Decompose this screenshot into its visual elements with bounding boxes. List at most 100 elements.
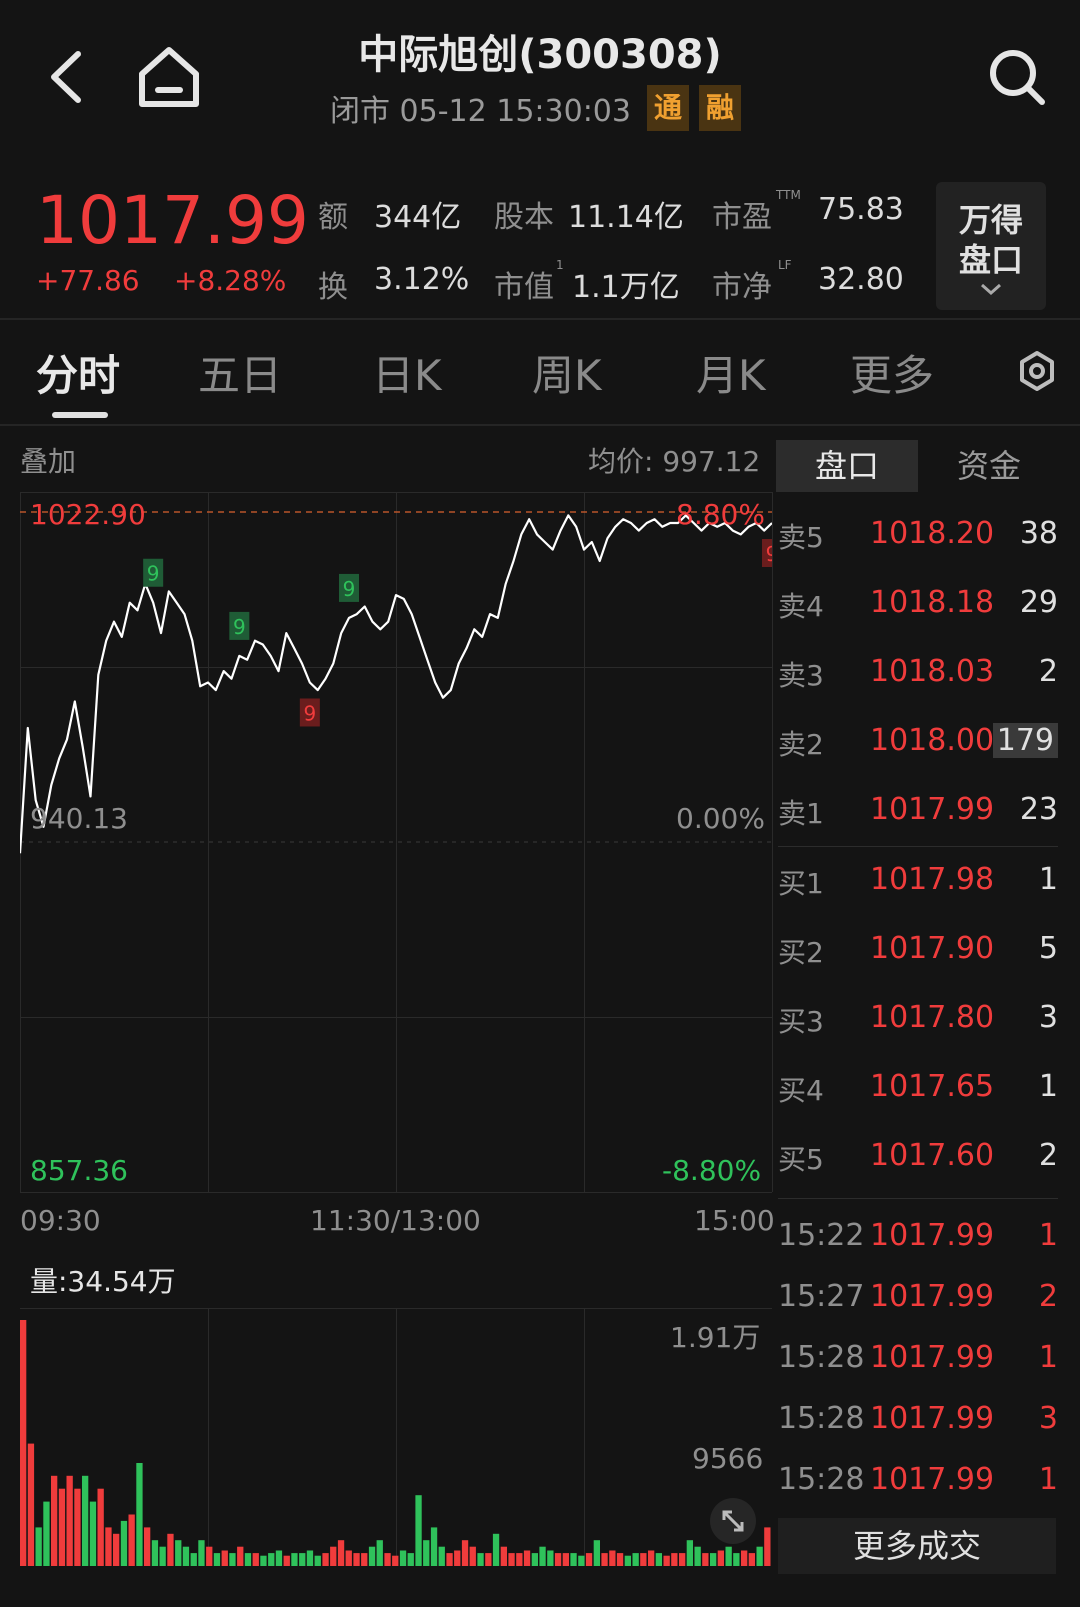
- pe-value: 75.83: [818, 192, 904, 227]
- trade-qty: 2: [1038, 1279, 1058, 1314]
- bid-label: 买1: [778, 867, 824, 900]
- volume-bar: [74, 1488, 81, 1566]
- expand-icon[interactable]: [710, 1498, 756, 1544]
- ask-qty: 2: [1038, 654, 1058, 689]
- wind-button-line1: 万得: [958, 201, 1023, 239]
- tab-daily-k[interactable]: 日K: [372, 342, 442, 403]
- time-label-midday: 11:30/13:00: [310, 1204, 481, 1237]
- ask-label: 卖4: [778, 590, 824, 623]
- ask-row-5[interactable]: 卖5 1018.20 38: [778, 516, 1058, 556]
- volume-bar: [562, 1553, 569, 1566]
- more-trades-button[interactable]: 更多成交: [778, 1518, 1056, 1574]
- ask-price: 1017.99: [870, 792, 995, 827]
- volume-bar: [710, 1553, 717, 1566]
- volume-bar: [213, 1553, 221, 1566]
- volume-bar: [554, 1553, 562, 1566]
- tab-weekly-k[interactable]: 周K: [532, 342, 602, 403]
- pb-sup: LF: [778, 258, 792, 272]
- search-icon[interactable]: [986, 46, 1048, 108]
- ask-row-1[interactable]: 卖1 1017.99 23: [778, 792, 1058, 832]
- bid-qty: 3: [1038, 1000, 1058, 1035]
- volume-bar: [485, 1553, 492, 1566]
- share-capital-label: 股本: [494, 200, 554, 235]
- ask-qty: 38: [1019, 516, 1058, 551]
- volume-chart[interactable]: [20, 1308, 772, 1566]
- tab-five-day[interactable]: 五日: [198, 342, 282, 403]
- volume-bar: [275, 1550, 283, 1566]
- volume-bar: [539, 1546, 546, 1566]
- chevron-down-icon: [981, 283, 1001, 296]
- volume-bar: [764, 1527, 771, 1566]
- trade-time: 15:28: [778, 1401, 865, 1436]
- volume-bar: [725, 1546, 732, 1566]
- volume-bar: [51, 1475, 58, 1566]
- trade-qty: 3: [1038, 1401, 1058, 1436]
- bid-row-2[interactable]: 买2 1017.90 5: [778, 931, 1058, 971]
- volume-bar: [268, 1553, 275, 1566]
- volume-bar: [345, 1550, 352, 1566]
- volume-bar: [655, 1553, 662, 1566]
- tab-orderbook[interactable]: 盘口: [776, 440, 918, 492]
- bid-label: 买5: [778, 1143, 824, 1176]
- bid-row-4[interactable]: 买4 1017.65 1: [778, 1069, 1058, 1109]
- volume-bar: [82, 1475, 89, 1566]
- volume-bar: [260, 1555, 267, 1566]
- time-label-open: 09:30: [20, 1204, 101, 1237]
- volume-bar: [314, 1555, 321, 1566]
- ask-qty: 23: [1019, 792, 1058, 827]
- volume-bar: [593, 1540, 600, 1566]
- trade-row: 15:28 1017.99 1: [778, 1340, 1058, 1380]
- volume-bar: [547, 1550, 554, 1566]
- tab-monthly-k[interactable]: 月K: [696, 342, 766, 403]
- trade-time: 15:28: [778, 1462, 865, 1497]
- price-change-pct: +8.28%: [174, 264, 287, 297]
- trade-price: 1017.99: [870, 1462, 995, 1497]
- market-cap-label: 市值: [494, 270, 554, 305]
- intraday-chart[interactable]: 9 9 9 9 9: [20, 492, 772, 1192]
- bid-label: 买3: [778, 1005, 824, 1038]
- tab-intraday[interactable]: 分时: [36, 342, 120, 403]
- wind-orderbook-button[interactable]: 万得 盘口: [936, 182, 1046, 310]
- bid-qty: 5: [1038, 931, 1058, 966]
- volume-bar: [206, 1546, 213, 1566]
- volume-bar: [648, 1550, 655, 1566]
- trades-divider: [778, 1198, 1058, 1199]
- ask-label: 卖1: [778, 797, 824, 830]
- bid-price: 1017.65: [870, 1069, 995, 1104]
- trade-qty: 1: [1038, 1218, 1058, 1253]
- volume-bar: [244, 1553, 252, 1566]
- wind-button-line2: 盘口: [958, 241, 1023, 279]
- bid-price: 1017.90: [870, 931, 995, 966]
- bid-row-1[interactable]: 买1 1017.98 1: [778, 862, 1058, 902]
- volume-bar: [578, 1555, 585, 1566]
- volume-bar: [454, 1550, 461, 1566]
- volume-bar: [430, 1527, 438, 1566]
- volume-bar: [469, 1546, 476, 1566]
- pct-high-label: 8.80%: [676, 498, 765, 531]
- market-status: 闭市 05-12 15:30:03 通 融: [330, 84, 741, 132]
- ask-row-2[interactable]: 卖2 1018.00 179: [778, 723, 1058, 763]
- tab-more[interactable]: 更多: [850, 342, 934, 403]
- volume-bar: [741, 1550, 748, 1566]
- volume-label: 量:34.54万: [30, 1265, 176, 1298]
- bid-row-3[interactable]: 买3 1017.80 3: [778, 1000, 1058, 1040]
- ask-row-4[interactable]: 卖4 1018.18 29: [778, 585, 1058, 625]
- market-status-text: 闭市 05-12 15:30:03: [330, 94, 631, 129]
- trade-time: 15:27: [778, 1279, 865, 1314]
- trade-row: 15:27 1017.99 2: [778, 1279, 1058, 1319]
- bid-qty: 1: [1038, 862, 1058, 897]
- ask-qty-highlight: 179: [992, 723, 1058, 758]
- volume-bar: [616, 1553, 624, 1566]
- volume-bar: [89, 1501, 97, 1566]
- signal-marker-label: 9: [147, 562, 160, 586]
- bid-row-5[interactable]: 买5 1017.60 2: [778, 1138, 1058, 1178]
- tab-capital-flow[interactable]: 资金: [918, 440, 1060, 492]
- volume-bar: [694, 1546, 701, 1566]
- volume-bar: [508, 1553, 515, 1566]
- overlay-button[interactable]: 叠加: [20, 440, 76, 480]
- volume-bar: [175, 1540, 182, 1566]
- ask-row-3[interactable]: 卖3 1018.03 2: [778, 654, 1058, 694]
- settings-icon[interactable]: [1016, 350, 1058, 392]
- volume-bar: [438, 1546, 445, 1566]
- volume-bar: [306, 1550, 314, 1566]
